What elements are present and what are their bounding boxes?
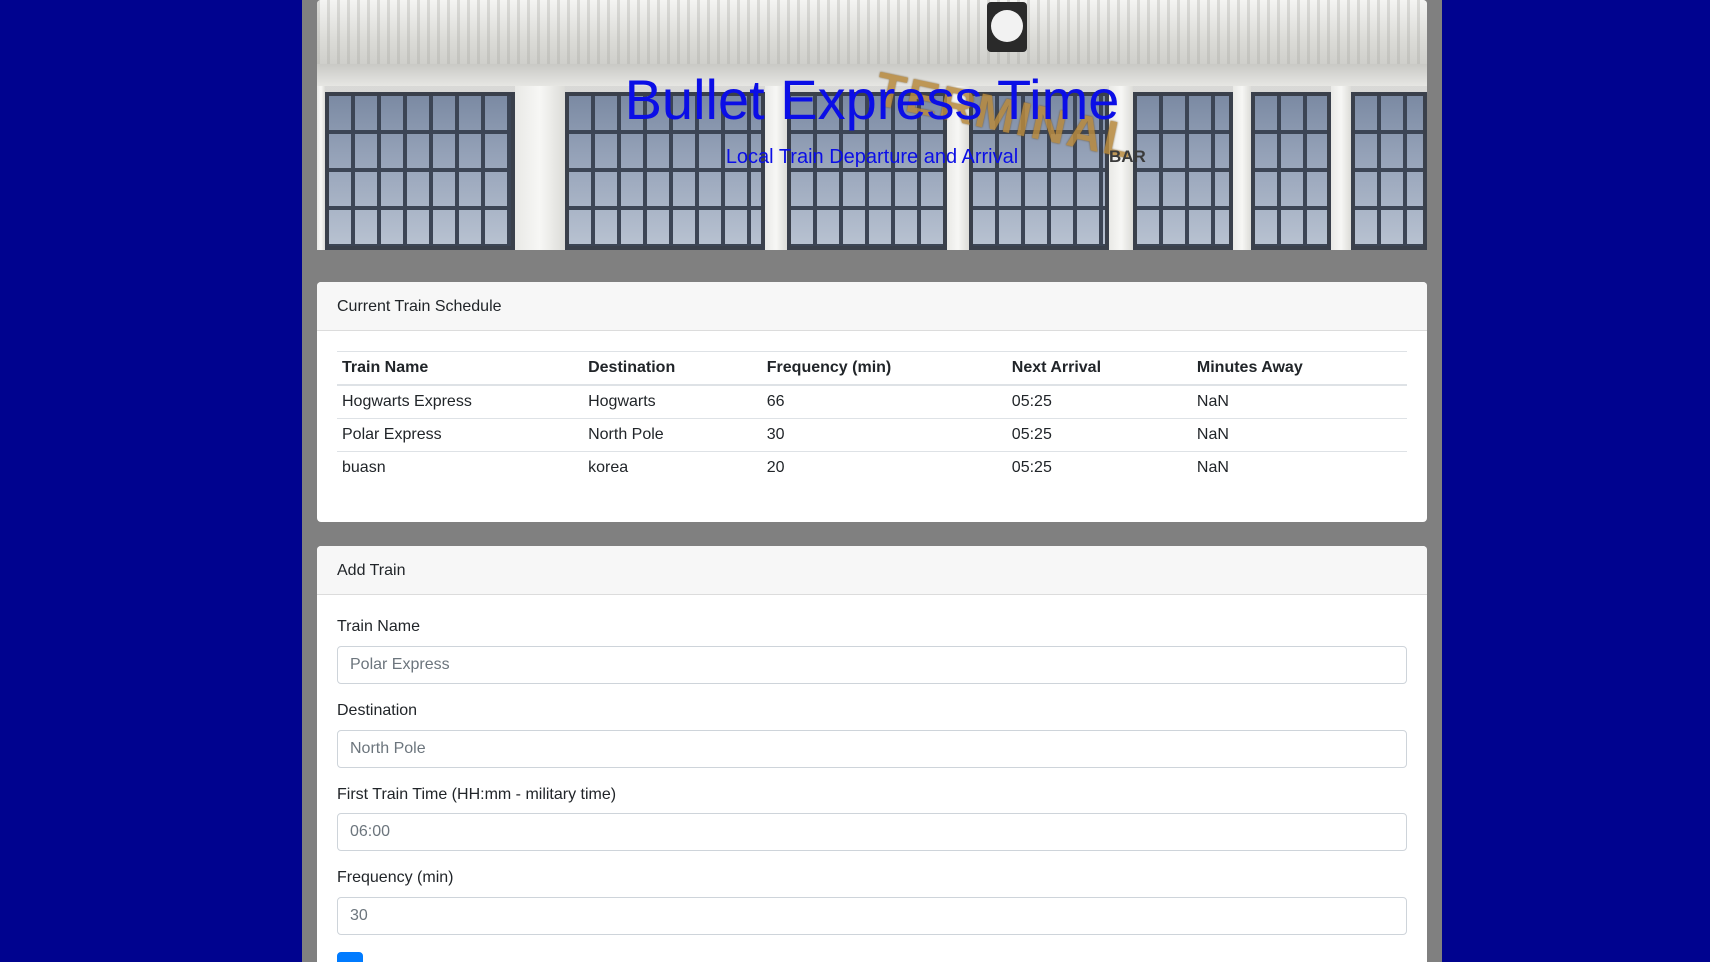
first-train-time-input[interactable] (337, 813, 1407, 852)
cell-next-arrival: 05:25 (1006, 418, 1192, 452)
cell-destination: North Pole (583, 418, 762, 452)
cell-next-arrival: 05:25 (1006, 451, 1192, 484)
column-header-train-name: Train Name (337, 351, 584, 386)
cell-destination: Hogwarts (583, 384, 762, 419)
cell-next-arrival: 05:25 (1006, 384, 1192, 419)
add-train-card: Add Train Train Name Destination First T… (317, 546, 1427, 962)
column-header-frequency: Frequency (min) (761, 351, 1007, 386)
cell-train-name: Polar Express (337, 418, 584, 452)
cell-minutes-away: NaN (1191, 451, 1407, 484)
table-row: Hogwarts Express Hogwarts 66 05:25 NaN (337, 384, 1407, 419)
column-header-minutes-away: Minutes Away (1191, 351, 1407, 386)
add-train-form: Train Name Destination First Train Time … (317, 595, 1427, 962)
form-group-destination: Destination (337, 701, 1407, 768)
schedule-card: Current Train Schedule Train Name Destin… (317, 282, 1427, 522)
table-row: Polar Express North Pole 30 05:25 NaN (337, 418, 1407, 452)
table-header-row: Train Name Destination Frequency (min) N… (337, 351, 1407, 386)
column-header-next-arrival: Next Arrival (1006, 351, 1192, 386)
form-group-frequency: Frequency (min) (337, 868, 1407, 936)
first-train-time-label: First Train Time (HH:mm - military time) (337, 785, 617, 803)
schedule-table: Train Name Destination Frequency (min) N… (337, 351, 1407, 484)
column-header-destination: Destination (583, 351, 762, 386)
cell-frequency: 66 (761, 384, 1007, 419)
submit-button[interactable] (337, 952, 363, 962)
destination-label: Destination (337, 701, 418, 719)
page-subtitle: Local Train Departure and Arrival (725, 146, 1019, 168)
cell-minutes-away: NaN (1191, 418, 1407, 452)
train-name-label: Train Name (337, 618, 420, 635)
hero-banner: TERMINAL BAR Bullet Express Time Local T… (317, 0, 1427, 250)
schedule-card-body: Train Name Destination Frequency (min) N… (317, 331, 1427, 484)
add-train-card-header: Add Train (317, 546, 1427, 595)
train-name-input[interactable] (337, 645, 1407, 684)
frequency-label: Frequency (min) (337, 869, 454, 887)
destination-input[interactable] (337, 729, 1407, 768)
schedule-card-header: Current Train Schedule (317, 282, 1427, 331)
form-group-first-train-time: First Train Time (HH:mm - military time) (337, 785, 1407, 852)
form-group-train-name: Train Name (337, 617, 1407, 684)
frequency-input[interactable] (337, 897, 1407, 936)
cell-frequency: 30 (761, 418, 1007, 452)
hero-cornice (317, 0, 1427, 64)
page-container: TERMINAL BAR Bullet Express Time Local T… (302, 0, 1442, 962)
cell-destination: korea (583, 451, 762, 484)
cell-train-name: Hogwarts Express (337, 384, 584, 419)
cell-train-name: buasn (337, 451, 584, 484)
page-title: Bullet Express Time (624, 68, 1120, 131)
clock-icon (987, 2, 1027, 52)
table-row: buasn korea 20 05:25 NaN (337, 451, 1407, 484)
cell-minutes-away: NaN (1191, 384, 1407, 419)
cell-frequency: 20 (761, 451, 1007, 484)
